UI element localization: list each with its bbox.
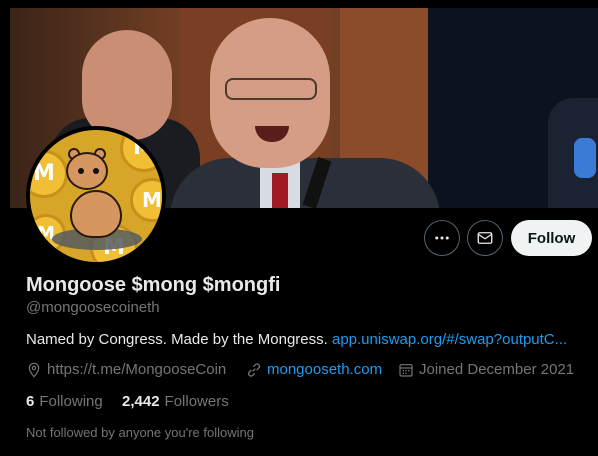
mongoose-body bbox=[70, 190, 122, 238]
mongoose-eye bbox=[93, 168, 99, 174]
link-icon bbox=[247, 362, 261, 377]
profile-website-link[interactable]: mongooseth.com bbox=[267, 361, 382, 378]
following-label: Following bbox=[39, 393, 103, 410]
mongoose-icon bbox=[66, 152, 108, 190]
banner-glasses bbox=[225, 78, 317, 100]
display-name: Mongoose $mong $mongfi bbox=[26, 274, 281, 296]
avatar[interactable]: M M M M M bbox=[26, 126, 166, 266]
location-icon bbox=[28, 362, 40, 378]
banner-mask bbox=[574, 138, 596, 178]
following-link[interactable]: 6 Following bbox=[26, 393, 103, 410]
banner-tie bbox=[272, 173, 288, 208]
more-icon bbox=[435, 236, 449, 240]
coin-icon: M bbox=[30, 150, 68, 198]
follow-button[interactable]: Follow bbox=[511, 220, 592, 256]
profile-location-link: https://t.me/MongooseCoin bbox=[26, 361, 226, 378]
mail-icon bbox=[477, 232, 493, 244]
followers-label: Followers bbox=[164, 393, 229, 410]
followers-link[interactable]: 2,442 Followers bbox=[122, 393, 229, 410]
banner-person-left-head bbox=[82, 30, 172, 140]
bio-link[interactable]: app.uniswap.org/#/swap?outputC... bbox=[332, 331, 567, 348]
bio-text: Named by Congress. Made by the Mongress. bbox=[26, 331, 328, 348]
more-button[interactable] bbox=[424, 220, 460, 256]
followers-count: 2,442 bbox=[122, 393, 160, 410]
profile-joined: Joined December 2021 bbox=[398, 361, 574, 378]
profile-location-text: https://t.me/MongooseCoin bbox=[47, 361, 227, 378]
mutual-followers-note: Not followed by anyone you're following bbox=[26, 425, 254, 440]
coin-icon: M bbox=[120, 130, 162, 172]
profile-bio: Named by Congress. Made by the Mongress.… bbox=[26, 331, 567, 348]
following-count: 6 bbox=[26, 393, 35, 410]
profile-website[interactable]: mongooseth.com bbox=[246, 361, 382, 378]
mongoose-eye bbox=[78, 168, 84, 174]
joined-date: Joined December 2021 bbox=[419, 361, 575, 378]
profile-handle: @mongoosecoineth bbox=[26, 299, 160, 316]
message-button[interactable] bbox=[467, 220, 503, 256]
calendar-icon bbox=[399, 363, 413, 377]
coin-icon: M bbox=[130, 178, 162, 222]
